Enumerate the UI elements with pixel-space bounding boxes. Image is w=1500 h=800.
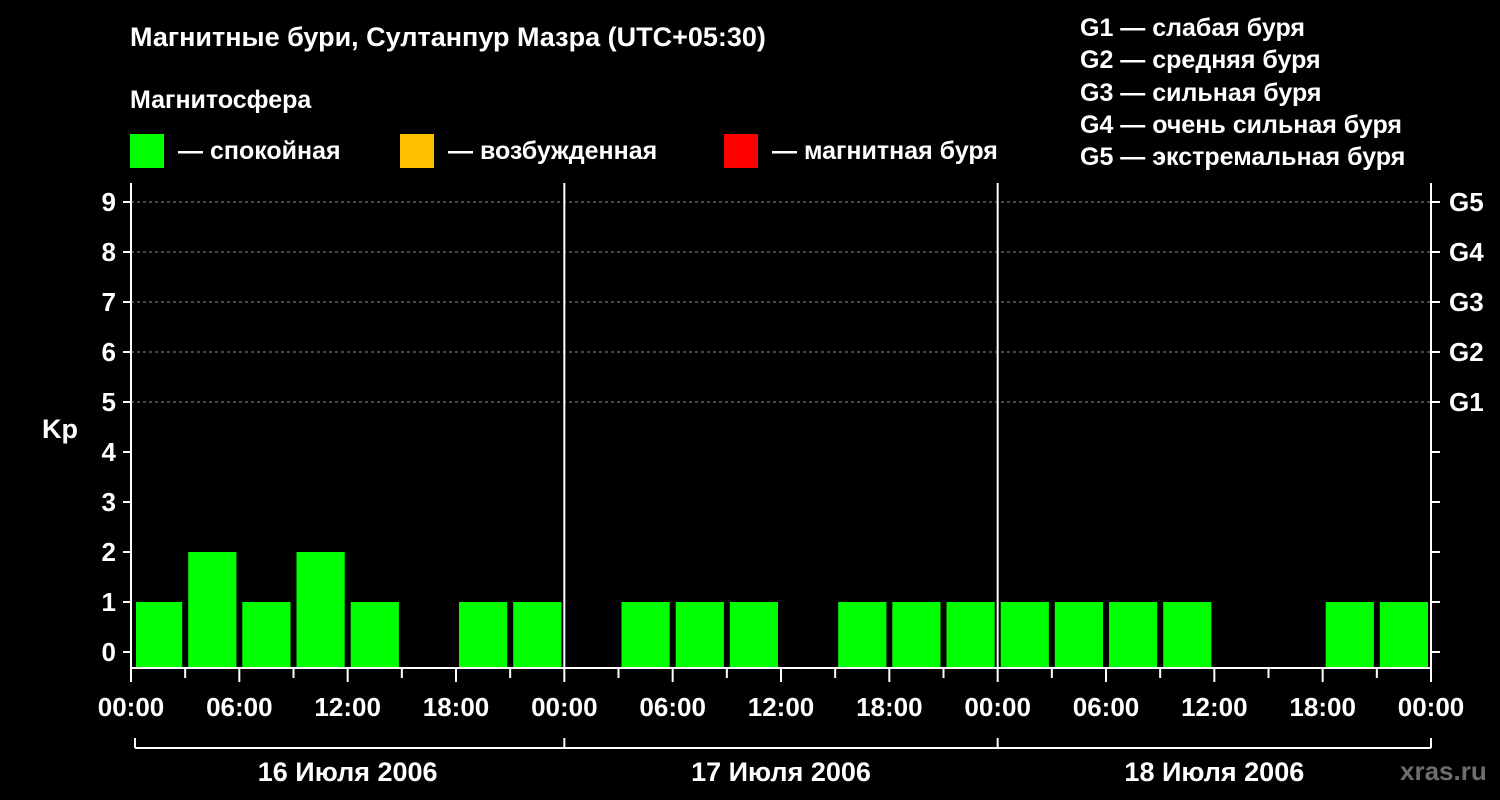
kp-bar <box>350 602 399 668</box>
kp-bar <box>188 552 237 668</box>
kp-bar <box>1054 602 1103 668</box>
day-label: 16 Июля 2006 <box>258 757 438 787</box>
kp-bar <box>838 602 887 668</box>
x-tick-label: 18:00 <box>856 692 923 722</box>
kp-bar <box>1000 602 1049 668</box>
x-tick-label: 18:00 <box>1289 692 1356 722</box>
y-tick-label: 4 <box>102 437 117 467</box>
y-tick-label: 3 <box>102 487 116 517</box>
x-tick-label: 00:00 <box>98 692 165 722</box>
storm-level-label: G5 <box>1449 187 1484 217</box>
kp-bar <box>621 602 670 668</box>
x-tick-label: 06:00 <box>639 692 706 722</box>
x-tick-label: 06:00 <box>206 692 273 722</box>
y-tick-label: 0 <box>102 637 116 667</box>
y-tick-label: 7 <box>102 287 116 317</box>
y-axis-title: Kp <box>42 414 78 444</box>
kp-bar <box>675 602 724 668</box>
x-tick-label: 00:00 <box>964 692 1031 722</box>
x-tick-label: 00:00 <box>1398 692 1465 722</box>
watermark: xras.ru <box>1400 756 1487 786</box>
x-tick-label: 00:00 <box>531 692 598 722</box>
kp-bar <box>296 552 345 668</box>
kp-bar <box>946 602 995 668</box>
x-tick-label: 06:00 <box>1073 692 1140 722</box>
kp-bar <box>1163 602 1212 668</box>
storm-level-label: G3 <box>1449 287 1484 317</box>
kp-bar <box>513 602 562 668</box>
day-label: 18 Июля 2006 <box>1124 757 1304 787</box>
y-tick-label: 8 <box>102 237 116 267</box>
kp-bar <box>1325 602 1374 668</box>
y-tick-label: 1 <box>102 587 116 617</box>
kp-bar <box>729 602 778 668</box>
x-tick-label: 12:00 <box>314 692 381 722</box>
y-tick-label: 5 <box>102 387 116 417</box>
day-label: 17 Июля 2006 <box>691 757 871 787</box>
storm-level-label: G1 <box>1449 387 1484 417</box>
y-tick-label: 2 <box>102 537 116 567</box>
kp-bar <box>136 602 183 668</box>
kp-bar <box>1379 602 1428 668</box>
storm-level-label: G4 <box>1449 237 1484 267</box>
y-tick-label: 6 <box>102 337 116 367</box>
y-tick-label: 9 <box>102 187 116 217</box>
x-tick-label: 12:00 <box>1181 692 1248 722</box>
kp-bar <box>242 602 291 668</box>
storm-level-label: G2 <box>1449 337 1484 367</box>
kp-bar <box>1109 602 1158 668</box>
kp-bar <box>459 602 508 668</box>
x-tick-label: 18:00 <box>423 692 490 722</box>
kp-bar-chart: 0 1 2 3 4 5 6 7 8 9 G1 G2 G3 G4 G5 Kp 00:00 06:00 12:00 18:… <box>42 183 1484 787</box>
x-tick-label: 12:00 <box>748 692 815 722</box>
kp-bar <box>892 602 941 668</box>
